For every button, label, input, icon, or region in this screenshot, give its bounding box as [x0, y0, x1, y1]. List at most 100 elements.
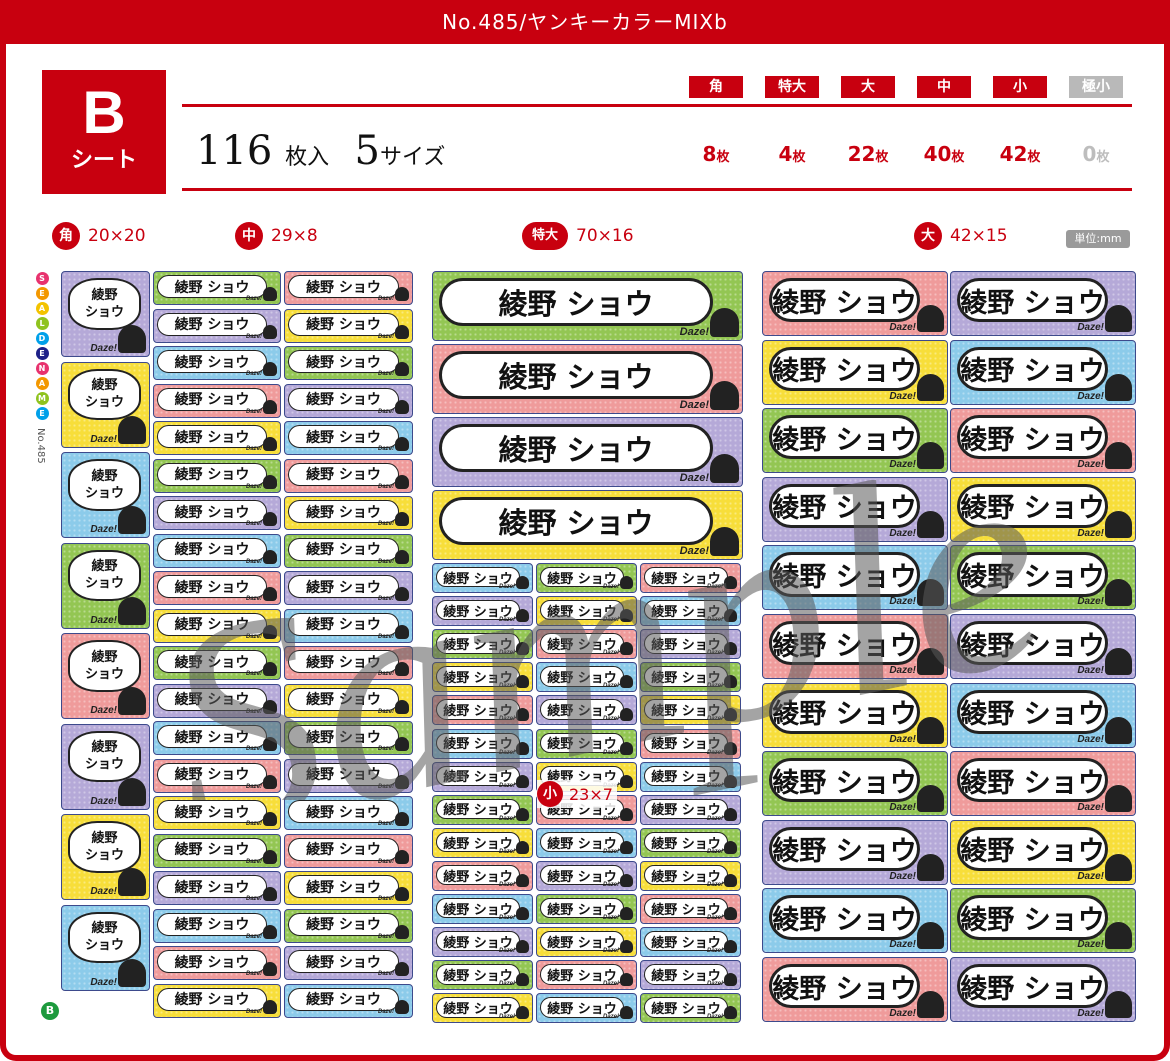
character-icon: [516, 576, 529, 589]
daze-tagline: Daze!: [1077, 459, 1104, 471]
name-sticker: 綾野 ショウDaze!: [284, 908, 413, 943]
size-count: 22枚: [841, 142, 895, 166]
name-sticker: 綾野 ショウDaze!: [536, 894, 637, 924]
name-sticker: 綾野 ショウDaze!: [432, 344, 743, 414]
sheet-badge: B シート: [42, 70, 166, 194]
daze-tagline: Daze!: [377, 408, 394, 415]
daze-tagline: Daze!: [706, 948, 723, 955]
name-cloud: 綾野 ショウ: [157, 800, 267, 824]
character-icon: [263, 399, 277, 414]
name-cloud: 綾野 ショウ: [957, 621, 1108, 666]
daze-tagline: Daze!: [245, 708, 262, 715]
name-cloud: 綾野 ショウ: [157, 350, 267, 374]
name-line-1: 綾野: [91, 830, 118, 846]
name-sticker: 綾野 ショウDaze!: [762, 888, 948, 954]
character-icon: [620, 642, 633, 656]
character-icon: [620, 807, 633, 821]
dimension-tag: 角: [52, 222, 80, 250]
daze-tagline: Daze!: [245, 896, 262, 902]
size-column: 特大 4枚: [765, 76, 819, 166]
sticker-name: 綾野 ショウ: [306, 954, 381, 971]
name-cloud: 綾野 ショウ: [769, 552, 920, 597]
name-sticker: 綾野 ショウDaze!: [432, 629, 533, 660]
brand-letter: S: [35, 272, 49, 285]
name-cloud: 綾野 ショウ: [288, 687, 399, 711]
name-sticker: 綾野 ショウDaze!: [640, 695, 741, 726]
name-sticker: 綾野 ショウDaze!: [762, 545, 948, 611]
character-icon: [917, 853, 944, 881]
sticker-name: 綾野 ショウ: [306, 504, 381, 521]
daze-tagline: Daze!: [377, 633, 394, 640]
name-cloud: 綾野 ショウ: [288, 725, 399, 749]
sticker-name: 綾野 ショウ: [174, 542, 250, 559]
daze-tagline: Daze!: [377, 446, 394, 452]
character-icon: [1105, 991, 1132, 1018]
divider: [182, 188, 1132, 191]
daze-tagline: Daze!: [706, 749, 723, 756]
daze-tagline: Daze!: [377, 521, 394, 527]
name-sticker: 綾野 ショウDaze!: [762, 271, 948, 336]
sticker-name: 綾野 ショウ: [306, 992, 381, 1009]
name-cloud: 綾野 ショウ: [769, 689, 920, 734]
name-line-1: 綾野: [91, 649, 118, 665]
name-sticker: 綾野 ショウDaze!: [284, 833, 413, 868]
sticker-name: 綾野 ショウ: [306, 917, 381, 934]
name-sticker: 綾野 ショウDaze!: [153, 308, 281, 343]
character-icon: [917, 579, 944, 607]
character-icon: [1105, 579, 1132, 607]
sticker-name: 綾野 ショウ: [174, 392, 250, 409]
character-icon: [263, 474, 277, 489]
name-sticker: 綾野 ショウDaze!: [762, 957, 948, 1022]
name-sticker: 綾野 ショウDaze!: [153, 833, 281, 868]
character-icon: [710, 454, 739, 483]
name-cloud: 綾野 ショウ: [957, 415, 1108, 460]
name-cloud: 綾野 ショウ: [157, 537, 267, 561]
sticker-name: 綾野 ショウ: [306, 617, 381, 634]
character-icon: [118, 687, 146, 715]
character-icon: [263, 662, 277, 676]
name-cloud: 綾野 ショウ: [288, 987, 399, 1011]
daze-tagline: Daze!: [1077, 870, 1104, 882]
daze-tagline: Daze!: [498, 683, 515, 690]
name-sticker: 綾野 ショウDaze!: [536, 960, 637, 991]
name-cloud: 綾野 ショウ: [157, 275, 267, 299]
brand-letter: A: [35, 377, 49, 390]
size-count: 5: [354, 128, 380, 174]
character-icon: [724, 642, 737, 656]
daze-tagline: Daze!: [602, 815, 619, 822]
character-icon: [516, 940, 529, 954]
daze-tagline: Daze!: [706, 881, 723, 888]
character-icon: [1105, 922, 1132, 950]
size-tag: 特大: [765, 76, 819, 98]
name-sticker: 綾野 ショウDaze!: [284, 458, 413, 493]
name-cloud: 綾野 ショウ: [769, 278, 920, 323]
name-sticker: 綾野 ショウDaze!: [153, 571, 281, 605]
daze-tagline: Daze!: [245, 858, 262, 865]
sticker-name: 綾野 ショウ: [960, 699, 1105, 731]
name-sticker: 綾野 ショウDaze!: [284, 646, 413, 680]
name-cloud: 綾野 ショウ: [288, 275, 399, 299]
size-column: 小 42枚: [993, 76, 1047, 166]
name-cloud: 綾野 ショウ: [957, 826, 1108, 871]
name-sticker: 綾野 ショウDaze!: [536, 860, 637, 891]
sticker-name: 綾野 ショウ: [174, 767, 250, 784]
daze-tagline: Daze!: [706, 617, 723, 624]
sticker-name: 綾野 ショウ: [174, 992, 250, 1009]
name-cloud: 綾野 ショウ: [288, 500, 399, 524]
name-line-2: ショウ: [84, 304, 124, 320]
daze-tagline: Daze!: [602, 584, 619, 590]
name-sticker: 綾野 ショウDaze!: [640, 563, 741, 593]
name-sticker: 綾野 ショウDaze!: [762, 408, 948, 474]
daze-tagline: Daze!: [498, 981, 515, 988]
name-sticker: 綾野 ショウDaze!: [640, 662, 741, 693]
sticker-name: 綾野 ショウ: [174, 842, 250, 859]
name-sticker: 綾野 ショウDaze!: [536, 662, 637, 693]
name-sticker: 綾野 ショウDaze!: [640, 960, 741, 991]
daze-tagline: Daze!: [602, 617, 619, 624]
daze-tagline: Daze!: [706, 716, 723, 723]
name-cloud: 綾野 ショウ: [157, 912, 267, 936]
sticker-name: 綾野 ショウ: [306, 654, 381, 671]
name-line-1: 綾野: [91, 559, 118, 575]
daze-tagline: Daze!: [377, 858, 394, 865]
name-cloud: 綾野 ショウ: [288, 612, 399, 636]
